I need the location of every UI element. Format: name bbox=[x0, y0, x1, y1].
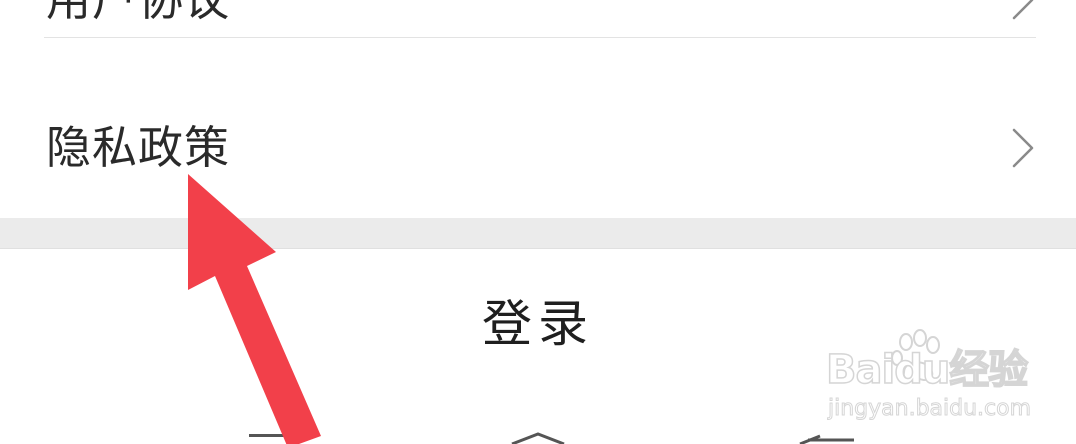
system-nav-bar bbox=[0, 420, 1076, 444]
home-icon[interactable] bbox=[498, 420, 578, 444]
chevron-right-icon bbox=[1012, 128, 1034, 168]
baidu-watermark: Baidu经验 jingyan.baidu.com bbox=[825, 328, 1056, 428]
menu-icon[interactable] bbox=[245, 420, 325, 444]
chevron-right-icon bbox=[1012, 0, 1034, 20]
watermark-url: jingyan.baidu.com bbox=[827, 396, 1032, 422]
watermark-brand: Baidu经验 bbox=[825, 347, 1029, 393]
back-icon[interactable] bbox=[790, 420, 870, 444]
menu-item-privacy-policy[interactable]: 隐私政策 bbox=[0, 112, 1076, 184]
divider bbox=[44, 37, 1036, 38]
menu-section: 用户协议 隐私政策 bbox=[0, 0, 1076, 218]
menu-item-label: 隐私政策 bbox=[46, 121, 231, 174]
section-separator bbox=[0, 218, 1076, 249]
settings-screen: 用户协议 隐私政策 登录 Baidu经验 jing bbox=[0, 0, 1076, 444]
menu-item-user-agreement[interactable]: 用户协议 bbox=[0, 0, 1076, 38]
menu-item-label: 用户协议 bbox=[46, 0, 230, 30]
